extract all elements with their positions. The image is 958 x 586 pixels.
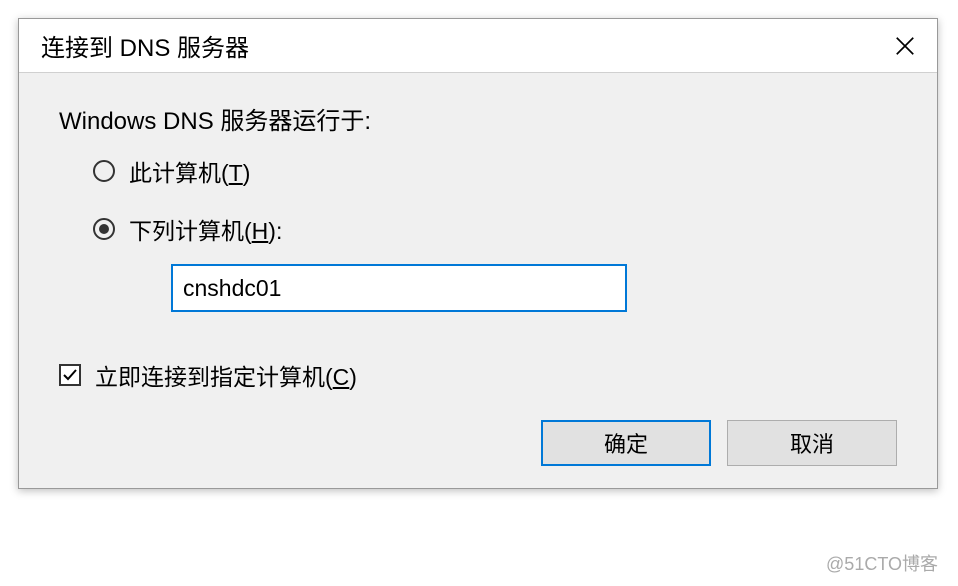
section-label: Windows DNS 服务器运行于: [59, 101, 897, 136]
button-row: 确定 取消 [59, 420, 897, 466]
titlebar: 连接到 DNS 服务器 [19, 19, 937, 73]
radio-icon [93, 218, 115, 240]
checkbox-connect-immediately[interactable]: 立即连接到指定计算机(C) [59, 358, 897, 392]
dialog-title: 连接到 DNS 服务器 [41, 28, 249, 63]
watermark: @51CTO博客 [826, 550, 938, 576]
connect-dns-dialog: 连接到 DNS 服务器 Windows DNS 服务器运行于: 此计算机(T) … [18, 18, 938, 489]
radio-this-computer-label: 此计算机(T) [129, 154, 250, 188]
radio-group-server-location: 此计算机(T) 下列计算机(H): [93, 154, 897, 312]
check-icon [62, 367, 78, 383]
radio-following-computer[interactable]: 下列计算机(H): [93, 212, 897, 246]
dialog-body: Windows DNS 服务器运行于: 此计算机(T) 下列计算机(H): [19, 73, 937, 488]
ok-button[interactable]: 确定 [541, 420, 711, 466]
computer-name-input[interactable] [171, 264, 627, 312]
close-button[interactable] [877, 19, 933, 73]
computer-name-row [171, 264, 897, 312]
checkbox-icon [59, 364, 81, 386]
radio-icon [93, 160, 115, 182]
checkbox-connect-immediately-label: 立即连接到指定计算机(C) [95, 358, 357, 392]
radio-following-computer-label: 下列计算机(H): [129, 212, 282, 246]
close-icon [894, 35, 916, 57]
radio-this-computer[interactable]: 此计算机(T) [93, 154, 897, 188]
cancel-button[interactable]: 取消 [727, 420, 897, 466]
